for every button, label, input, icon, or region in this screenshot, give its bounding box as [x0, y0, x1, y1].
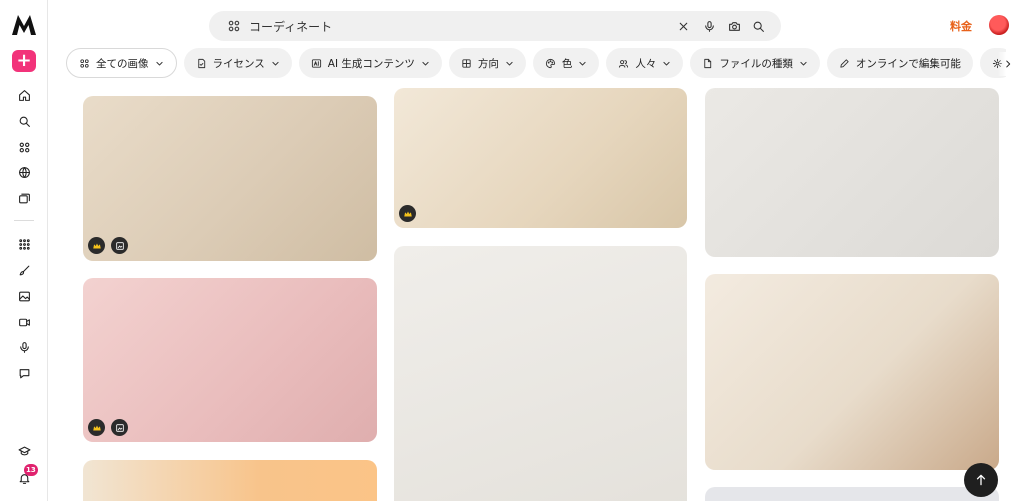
filter-color[interactable]: 色: [532, 48, 600, 78]
brush-icon[interactable]: [14, 260, 34, 280]
sidebar: + 13: [0, 0, 48, 501]
pen-icon: [839, 58, 850, 69]
arrow-up-icon: [976, 474, 986, 486]
globe-icon[interactable]: [14, 162, 34, 182]
filter-label: オンラインで編集可能: [855, 57, 961, 70]
notification-count-badge: 13: [24, 464, 38, 476]
home-icon[interactable]: [14, 85, 34, 105]
image-card[interactable]: [705, 88, 999, 257]
mic-icon: [704, 20, 714, 32]
chevron-down-icon: [155, 59, 164, 68]
filter-label: ライセンス: [212, 57, 265, 70]
image-icon[interactable]: [14, 286, 34, 306]
crown-icon: [88, 419, 105, 436]
image-card[interactable]: [83, 460, 377, 501]
graduation-icon[interactable]: [14, 441, 34, 461]
search-icon[interactable]: [14, 111, 34, 131]
filter-orientation[interactable]: 方向: [448, 48, 526, 78]
crown-icon: [399, 205, 416, 222]
sidebar-divider: [14, 220, 34, 221]
chevron-down-icon: [421, 59, 430, 68]
ai-icon: [311, 58, 322, 69]
filter-people[interactable]: 人々: [606, 48, 684, 78]
palette-icon: [545, 58, 556, 69]
main-content: 料金 全ての画像 ライセンス AI 生成コンテンツ 方向: [48, 0, 1024, 501]
filter-label: 全ての画像: [96, 57, 149, 70]
filters-scroll-right-button[interactable]: [998, 52, 1018, 76]
scroll-to-top-button[interactable]: [964, 463, 998, 497]
video-icon[interactable]: [14, 312, 34, 332]
filter-label: 方向: [477, 57, 499, 70]
apps-icon: [228, 20, 240, 32]
apps-icon[interactable]: [14, 137, 34, 157]
chevron-down-icon: [505, 59, 514, 68]
camera-icon: [728, 21, 740, 31]
image-card[interactable]: [394, 246, 687, 501]
search-bar: [209, 11, 781, 41]
image-card[interactable]: [83, 278, 377, 442]
crown-icon: [88, 237, 105, 254]
search-submit-button[interactable]: [750, 18, 766, 34]
chevron-down-icon: [799, 59, 808, 68]
ai-image-icon: [111, 237, 128, 254]
ai-image-icon: [111, 419, 128, 436]
filter-bar: 全ての画像 ライセンス AI 生成コンテンツ 方向 色 人々 ファイルの種類 オ…: [66, 48, 1006, 80]
chevron-down-icon: [271, 59, 280, 68]
clear-search-button[interactable]: [675, 18, 691, 34]
filter-label: ファイルの種類: [719, 57, 793, 70]
grid-icon[interactable]: [14, 234, 34, 254]
app-root: + 13 コーディネート 料金 全ての画像 ライセンス AI 生成コンテンツ 方…: [0, 0, 1024, 501]
chevron-down-icon: [662, 59, 671, 68]
filter-file-type[interactable]: ファイルの種類: [690, 48, 820, 78]
people-icon: [618, 58, 629, 69]
search-icon: [753, 21, 764, 32]
image-search-button[interactable]: [726, 18, 742, 34]
close-icon: [679, 22, 687, 30]
voice-search-button[interactable]: [701, 18, 717, 34]
image-card[interactable]: [705, 487, 999, 501]
pricing-link[interactable]: 料金: [950, 18, 972, 34]
chat-icon[interactable]: [14, 363, 34, 383]
chevron-down-icon: [578, 59, 587, 68]
create-button[interactable]: +: [12, 50, 36, 72]
file-icon: [702, 58, 713, 69]
filter-license[interactable]: ライセンス: [183, 48, 292, 78]
brand-logo[interactable]: [11, 14, 37, 36]
filter-all-images[interactable]: 全ての画像: [66, 48, 177, 78]
image-card[interactable]: [83, 96, 377, 261]
filter-label: 人々: [635, 57, 657, 70]
mic-icon[interactable]: [14, 337, 34, 357]
collections-icon[interactable]: [14, 188, 34, 208]
image-card[interactable]: [394, 88, 687, 228]
avatar[interactable]: [989, 15, 1009, 35]
filter-ai-generated[interactable]: AI 生成コンテンツ: [298, 48, 442, 78]
filter-label: 色: [561, 57, 573, 70]
orientation-icon: [461, 58, 472, 69]
filter-editable-online[interactable]: オンラインで編集可能: [826, 48, 973, 78]
apps-icon: [79, 58, 90, 69]
filter-label: AI 生成コンテンツ: [327, 57, 415, 70]
chevron-right-icon: [1006, 60, 1011, 68]
image-card[interactable]: [705, 274, 999, 470]
search-input[interactable]: [249, 11, 669, 41]
license-icon: [196, 58, 207, 69]
